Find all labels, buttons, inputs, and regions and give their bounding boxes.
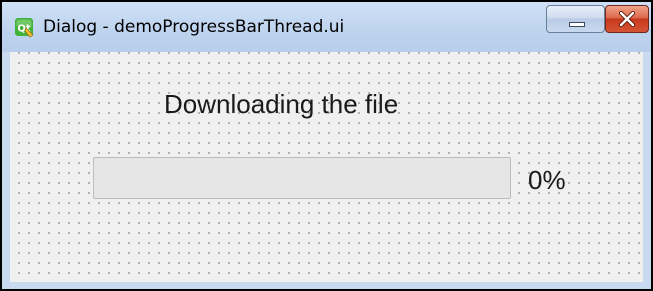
progress-bar (93, 157, 511, 199)
minimize-icon (569, 22, 585, 27)
close-icon (618, 11, 636, 27)
dialog-window: Qt Dialog - demoProgressBarThread.ui Dow… (0, 0, 653, 291)
qt-designer-icon: Qt (15, 18, 34, 38)
minimize-button[interactable] (546, 5, 605, 33)
window-title: Dialog - demoProgressBarThread.ui (43, 17, 345, 37)
close-button[interactable] (605, 5, 649, 33)
title-bar[interactable]: Qt Dialog - demoProgressBarThread.ui (2, 2, 651, 52)
dialog-client-area: Downloading the file 0% (10, 52, 643, 282)
download-heading-label: Downloading the file (164, 89, 399, 119)
progress-percent-label: 0% (528, 165, 566, 195)
